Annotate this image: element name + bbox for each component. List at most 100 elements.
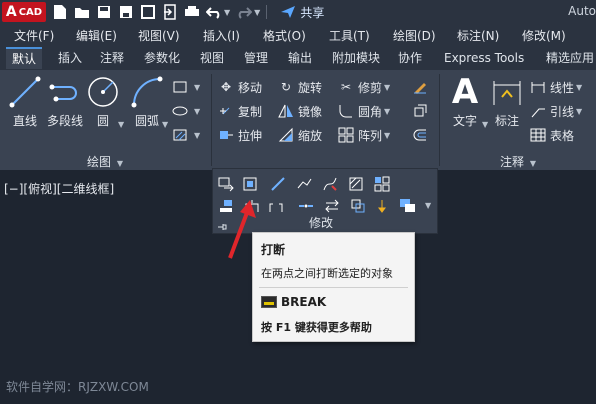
import-icon[interactable]	[162, 4, 178, 20]
offset-tool[interactable]	[412, 126, 432, 144]
tooltip-description: 在两点之间打断选定的对象	[261, 267, 393, 280]
break-icon[interactable]	[267, 197, 285, 215]
table-tool[interactable]: 表格	[530, 126, 574, 144]
copy-objects-icon[interactable]	[399, 197, 417, 215]
rectangle-icon	[172, 79, 188, 95]
watermark: 软件自学网：RJZXW.COM	[6, 380, 149, 394]
window-title: Auto	[568, 4, 596, 18]
tab-featured-apps[interactable]: 精选应用	[540, 47, 596, 69]
tab-collaborate[interactable]: 协作	[392, 47, 428, 69]
array-tool[interactable]: 阵列 ▼	[338, 126, 390, 144]
tab-default[interactable]: 默认	[6, 47, 43, 69]
copy-objects-dropdown-icon[interactable]: ▼	[425, 201, 431, 210]
menu-modify[interactable]: 修改(M)	[522, 27, 566, 44]
undo-icon[interactable]	[206, 4, 222, 20]
export-icon[interactable]	[140, 4, 156, 20]
erase-tool[interactable]	[412, 78, 432, 96]
undo-dropdown-icon[interactable]: ▼	[224, 8, 230, 17]
tooltip-title: 打断	[261, 243, 286, 257]
arc-dropdown-icon[interactable]: ▼	[162, 120, 168, 129]
linear-tool[interactable]: 线性 ▼	[530, 78, 582, 96]
share-label: 共享	[300, 5, 325, 20]
stretch-icon	[218, 127, 234, 143]
share-icon	[281, 6, 296, 18]
save-as-icon[interactable]	[118, 4, 134, 20]
tab-output[interactable]: 输出	[282, 47, 318, 69]
trim-tool[interactable]: ✂ 修剪 ▼	[338, 78, 390, 96]
copy-tool[interactable]: 复制	[218, 102, 262, 120]
explode-tool[interactable]	[412, 102, 432, 120]
polyline-icon	[47, 74, 83, 110]
move-icon: ✥	[220, 80, 232, 94]
save-icon[interactable]	[96, 4, 112, 20]
menu-file[interactable]: 文件(F)	[14, 27, 54, 44]
stretch-tool[interactable]: 拉伸	[218, 126, 262, 144]
edit-hatch-icon[interactable]	[347, 175, 365, 193]
divider	[259, 287, 408, 288]
menu-tools[interactable]: 工具(T)	[329, 27, 370, 44]
tab-view[interactable]: 视图	[194, 47, 230, 69]
move-tool[interactable]: ✥ 移动	[218, 78, 262, 96]
dimension-icon	[489, 74, 525, 110]
edit-spline-icon[interactable]	[321, 175, 339, 193]
tab-express-tools[interactable]: Express Tools	[438, 47, 530, 69]
tab-manage[interactable]: 管理	[238, 47, 274, 69]
break-tooltip: 打断 在两点之间打断选定的对象 BREAK 按 F1 键获得更多帮助	[252, 232, 415, 342]
logo-text: CAD	[18, 6, 43, 18]
redo-dropdown-icon[interactable]: ▼	[254, 8, 260, 17]
scale-tool[interactable]: 缩放	[278, 126, 322, 144]
change-space-icon[interactable]	[217, 175, 235, 193]
tab-parametric[interactable]: 参数化	[138, 47, 186, 69]
app-logo[interactable]: A CAD	[2, 2, 46, 22]
menu-bar: 文件(F) 编辑(E) 视图(V) 插入(I) 格式(O) 工具(T) 绘图(D…	[0, 24, 596, 46]
hatch-icon	[172, 127, 188, 143]
redo-icon[interactable]	[236, 4, 253, 20]
tooltip-command-name: BREAK	[281, 295, 327, 309]
rotate-tool[interactable]: ↻ 旋转	[278, 78, 322, 96]
open-folder-icon[interactable]	[74, 4, 90, 20]
rectangle-tool[interactable]: ▼	[172, 78, 200, 96]
menu-draw[interactable]: 绘图(D)	[393, 27, 436, 44]
table-icon	[530, 127, 546, 143]
menu-format[interactable]: 格式(O)	[263, 27, 306, 44]
tab-addins[interactable]: 附加模块	[326, 47, 386, 69]
edit-polyline-icon[interactable]	[295, 175, 313, 193]
draw-panel-label[interactable]: 绘图 ▼	[0, 154, 210, 170]
trim-icon: ✂	[340, 80, 352, 94]
menu-view[interactable]: 视图(V)	[138, 27, 180, 44]
ellipse-tool[interactable]: ▼	[172, 102, 200, 120]
overkill-icon[interactable]	[349, 197, 367, 215]
join-icon[interactable]	[297, 197, 315, 215]
lengthen-icon[interactable]	[269, 175, 287, 193]
new-file-icon[interactable]	[52, 4, 68, 20]
leader-tool[interactable]: 引线 ▼	[530, 102, 582, 120]
fillet-tool[interactable]: 圆角 ▼	[338, 102, 390, 120]
scale-icon	[278, 127, 294, 143]
menu-edit[interactable]: 编辑(E)	[76, 27, 117, 44]
arc-label: 圆弧	[134, 114, 159, 128]
hatch-tool[interactable]: ▼	[172, 126, 200, 144]
fillet-icon	[338, 103, 354, 119]
dimension-tool[interactable]: 标注	[484, 74, 530, 138]
draw-order-icon[interactable]	[373, 197, 391, 215]
match-properties-icon[interactable]	[241, 175, 259, 193]
circle-icon	[85, 74, 121, 110]
annotation-panel-label[interactable]: 注释 ▼	[440, 154, 596, 170]
array-icon	[338, 127, 354, 143]
menu-insert[interactable]: 插入(I)	[203, 27, 240, 44]
viewport-controls[interactable]: [−][俯视][二维线框]	[4, 180, 114, 197]
print-icon[interactable]	[184, 4, 200, 20]
menu-dimension[interactable]: 标注(N)	[457, 27, 499, 44]
edit-array-icon[interactable]	[373, 175, 391, 193]
mirror-tool[interactable]: 镜像	[278, 102, 322, 120]
share-button[interactable]: 共享	[280, 4, 324, 21]
ribbon-panels: 直线 多段线 圆 ▼ 圆弧 ▼ ▼ ▼ ▼ 绘图 ▼ ✥ 移动 ↻ 旋转 ✂ 修剪 ▼	[0, 70, 596, 170]
command-icon	[261, 296, 277, 308]
tab-insert[interactable]: 插入	[52, 47, 88, 69]
linear-dimension-icon	[530, 79, 546, 95]
arc-icon	[129, 74, 165, 110]
mirror-icon	[278, 103, 294, 119]
divider	[266, 5, 268, 19]
tab-annotate[interactable]: 注释	[94, 47, 130, 69]
reverse-icon[interactable]	[323, 197, 341, 215]
